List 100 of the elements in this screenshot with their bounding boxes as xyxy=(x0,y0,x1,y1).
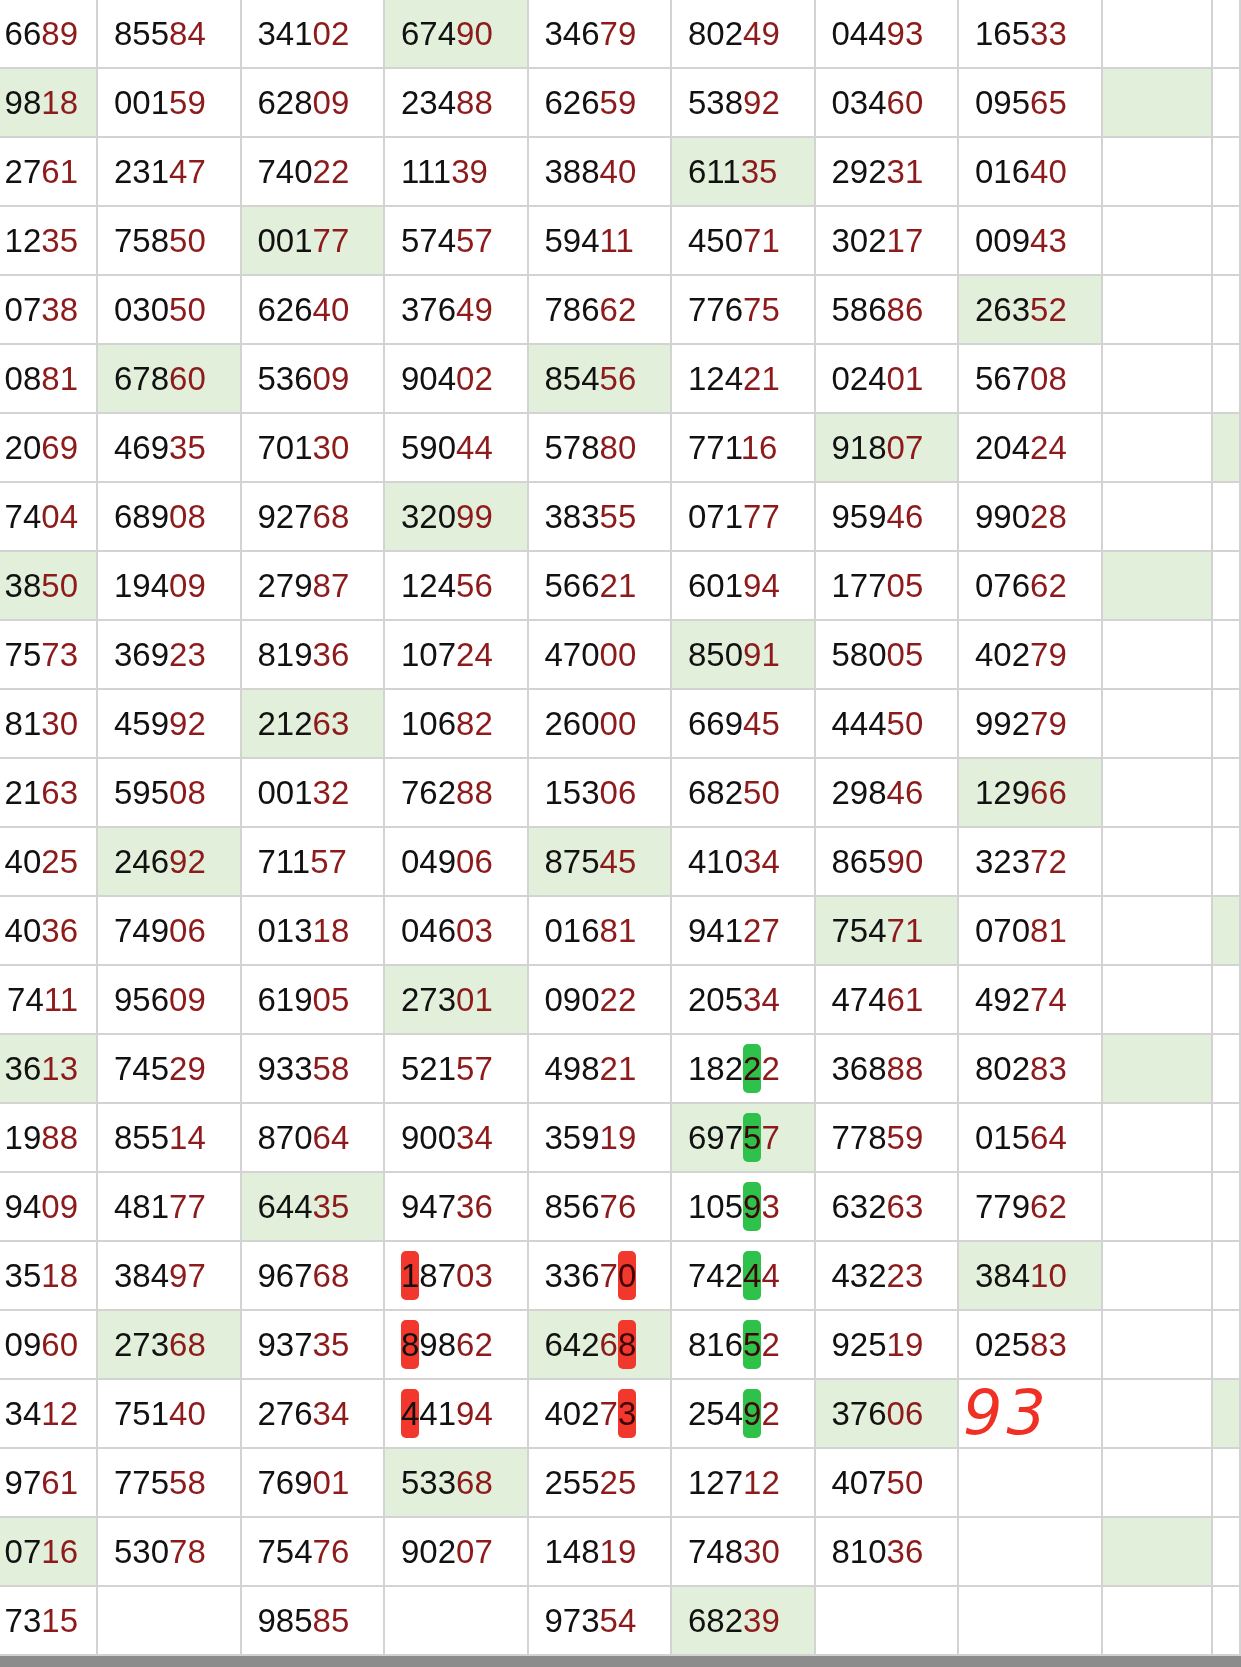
table-cell: 01318 xyxy=(241,897,385,966)
table-cell: 56621 xyxy=(528,552,672,621)
table-cell: 38497 xyxy=(98,1242,242,1311)
table-cell: 38840 xyxy=(528,138,672,207)
table-cell: 10682 xyxy=(385,690,529,759)
table-cell: 2069 xyxy=(0,414,98,483)
table-cell: 56708 xyxy=(959,345,1103,414)
table-cell: 34102 xyxy=(241,0,385,69)
table-cell: 16533 xyxy=(959,0,1103,69)
table-cell: 95609 xyxy=(98,966,242,1035)
table-cell: 35919 xyxy=(528,1104,672,1173)
table-cell: 93358 xyxy=(241,1035,385,1104)
table-cell: 85091 xyxy=(672,621,816,690)
table-cell: 03050 xyxy=(98,276,242,345)
table-cell: 3412 xyxy=(0,1380,98,1449)
table-cell: 37606 xyxy=(815,1380,959,1449)
table-cell: 1988 xyxy=(0,1104,98,1173)
table-cell: 04603 xyxy=(385,897,529,966)
table-cell: 01640 xyxy=(959,138,1103,207)
table-cell: 00177 xyxy=(241,207,385,276)
table-cell: 64435 xyxy=(241,1173,385,1242)
table-cell: 96768 xyxy=(241,1242,385,1311)
table-cell: 97354 xyxy=(528,1587,672,1656)
table-cell: 94736 xyxy=(385,1173,529,1242)
table-cell: 80283 xyxy=(959,1035,1103,1104)
table-cell: 18222 xyxy=(672,1035,816,1104)
table-cell: 58686 xyxy=(815,276,959,345)
table-cell: 09022 xyxy=(528,966,672,1035)
table-cell: 04906 xyxy=(385,828,529,897)
table-cell: 30217 xyxy=(815,207,959,276)
table-cell: 61905 xyxy=(241,966,385,1035)
table-cell: 87064 xyxy=(241,1104,385,1173)
table-cell: 07662 xyxy=(959,552,1103,621)
table-cell: 91807 xyxy=(815,414,959,483)
table-cell: 99028 xyxy=(959,483,1103,552)
table-cell: 07081 xyxy=(959,897,1103,966)
table-cell: 2163 xyxy=(0,759,98,828)
table-cell: 25525 xyxy=(528,1449,672,1518)
table-cell: 81036 xyxy=(815,1518,959,1587)
table-cell: 23147 xyxy=(98,138,242,207)
table-cell: 03460 xyxy=(815,69,959,138)
table-cell: 40273 xyxy=(528,1380,672,1449)
table-cell: 99279 xyxy=(959,690,1103,759)
table-cell: 77962 xyxy=(959,1173,1103,1242)
table-cell: 70130 xyxy=(241,414,385,483)
table-cell: 75850 xyxy=(98,207,242,276)
table-cell: 26000 xyxy=(528,690,672,759)
table-cell: 29846 xyxy=(815,759,959,828)
table-cell: 27987 xyxy=(241,552,385,621)
table-cell: 25492 xyxy=(672,1380,816,1449)
table-cell: 90207 xyxy=(385,1518,529,1587)
table-cell: 12421 xyxy=(672,345,816,414)
table-cell: 3850 xyxy=(0,552,98,621)
table-cell: 12456 xyxy=(385,552,529,621)
table-cell: 12966 xyxy=(959,759,1103,828)
table-cell: 48177 xyxy=(98,1173,242,1242)
table-cell: 3518 xyxy=(0,1242,98,1311)
table-cell: 10724 xyxy=(385,621,529,690)
table-cell: 37649 xyxy=(385,276,529,345)
table-cell: 17705 xyxy=(815,552,959,621)
table-cell: 53609 xyxy=(241,345,385,414)
table-cell: 81936 xyxy=(241,621,385,690)
table-cell: 57457 xyxy=(385,207,529,276)
table-cell: 69757 xyxy=(672,1104,816,1173)
table-cell: 29231 xyxy=(815,138,959,207)
table-cell: 10593 xyxy=(672,1173,816,1242)
table-cell: 0716 xyxy=(0,1518,98,1587)
table-cell: 45992 xyxy=(98,690,242,759)
table-cell: 63263 xyxy=(815,1173,959,1242)
table-cell: 4025 xyxy=(0,828,98,897)
table-cell: 98585 xyxy=(241,1587,385,1656)
table-cell: 76901 xyxy=(241,1449,385,1518)
table-cell: 45071 xyxy=(672,207,816,276)
table-cell: 77116 xyxy=(672,414,816,483)
table-cell: 47000 xyxy=(528,621,672,690)
table-cell: 87545 xyxy=(528,828,672,897)
table-cell: 19409 xyxy=(98,552,242,621)
table-cell: 77675 xyxy=(672,276,816,345)
table-cell: 0960 xyxy=(0,1311,98,1380)
table-cell: 93735 xyxy=(241,1311,385,1380)
table-cell: 24692 xyxy=(98,828,242,897)
table-cell: 47461 xyxy=(815,966,959,1035)
table-cell: 7573 xyxy=(0,621,98,690)
table-cell: 80249 xyxy=(672,0,816,69)
table-cell: 44450 xyxy=(815,690,959,759)
table-cell: 85456 xyxy=(528,345,672,414)
table-cell: 77558 xyxy=(98,1449,242,1518)
table-cell: 68250 xyxy=(672,759,816,828)
table-cell: 00159 xyxy=(98,69,242,138)
table-cell: 11139 xyxy=(385,138,529,207)
table-cell: 27301 xyxy=(385,966,529,1035)
table-cell: 74529 xyxy=(98,1035,242,1104)
table-cell: 14819 xyxy=(528,1518,672,1587)
table-cell: 38410 xyxy=(959,1242,1103,1311)
table-cell: 27368 xyxy=(98,1311,242,1380)
table-cell: 00943 xyxy=(959,207,1103,276)
table-cell: 94127 xyxy=(672,897,816,966)
table-cell: 68908 xyxy=(98,483,242,552)
table-cell: 02401 xyxy=(815,345,959,414)
table-cell: 74906 xyxy=(98,897,242,966)
